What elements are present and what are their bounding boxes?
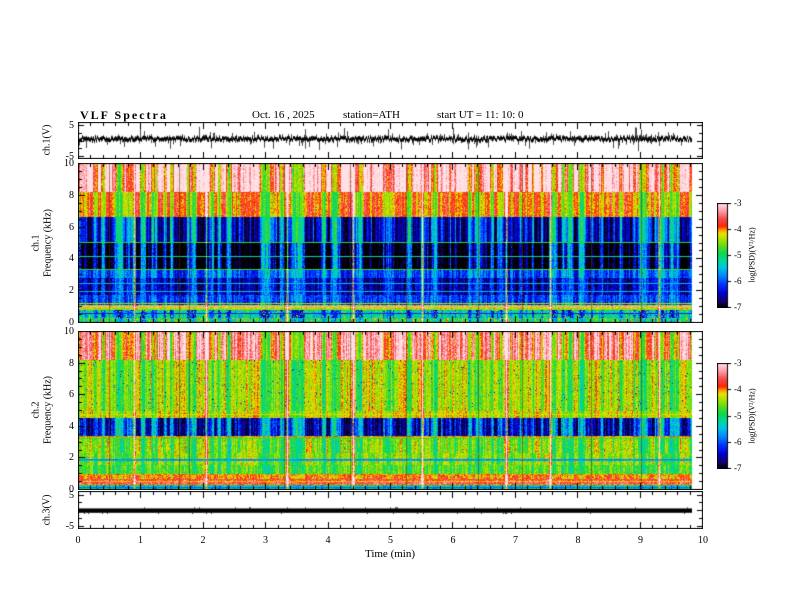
ch1-waveform-panel [78, 122, 703, 159]
tick-label: 8 [69, 357, 74, 369]
ch1-spectrogram-panel [78, 163, 703, 323]
tick-label: 2 [200, 535, 206, 546]
tick-label: -5 [65, 520, 74, 532]
tick-label: -4 [734, 384, 742, 395]
tick-label: 8 [69, 189, 74, 201]
tick-label: -3 [734, 358, 742, 368]
tick-label: 2 [69, 452, 74, 464]
tick-label: 4 [69, 253, 74, 265]
tick-label: 9 [638, 535, 643, 546]
time-axis-label: Time (min) [364, 548, 416, 560]
tick-label: 10 [64, 326, 74, 337]
tick-label: 4 [325, 535, 331, 546]
tick-label: 2 [69, 285, 74, 297]
tick-label: 7 [513, 535, 518, 546]
ch2-spectrogram-panel [78, 331, 703, 490]
ch3-waveform-panel [78, 491, 703, 529]
figure-title: VLF Spectra [80, 108, 168, 122]
tick-label: 5 [69, 120, 74, 131]
colorbar-2 [717, 363, 732, 469]
tick-label: 6 [69, 221, 74, 233]
tick-label: -6 [734, 276, 742, 286]
tick-label: -5 [734, 410, 742, 421]
tick-label: 4 [69, 420, 74, 432]
station-label: station=ATH [343, 109, 400, 121]
start-ut-label: start UT = 11: 10: 0 [437, 109, 524, 121]
colorbar-1 [717, 203, 732, 308]
tick-label: -7 [734, 463, 742, 473]
tick-label: -6 [734, 436, 742, 447]
tick-label: -5 [65, 151, 74, 162]
tick-label: 6 [69, 389, 74, 401]
tick-label: -3 [734, 198, 742, 208]
tick-label: -7 [734, 302, 742, 312]
vlf-spectra-figure: VLF Spectra Oct. 16 , 2025 station=ATH s… [0, 0, 792, 612]
tick-label: -5 [734, 250, 742, 260]
tick-label: -4 [734, 224, 742, 234]
tick-label: 1 [138, 535, 143, 546]
tick-label: 0 [75, 535, 81, 546]
tick-label: 5 [69, 489, 74, 501]
tick-label: 10 [698, 535, 708, 546]
tick-label: 6 [450, 535, 456, 546]
tick-label: 5 [388, 535, 393, 546]
date-label: Oct. 16 , 2025 [252, 109, 315, 121]
tick-label: 8 [575, 535, 581, 546]
tick-label: 3 [263, 535, 268, 546]
